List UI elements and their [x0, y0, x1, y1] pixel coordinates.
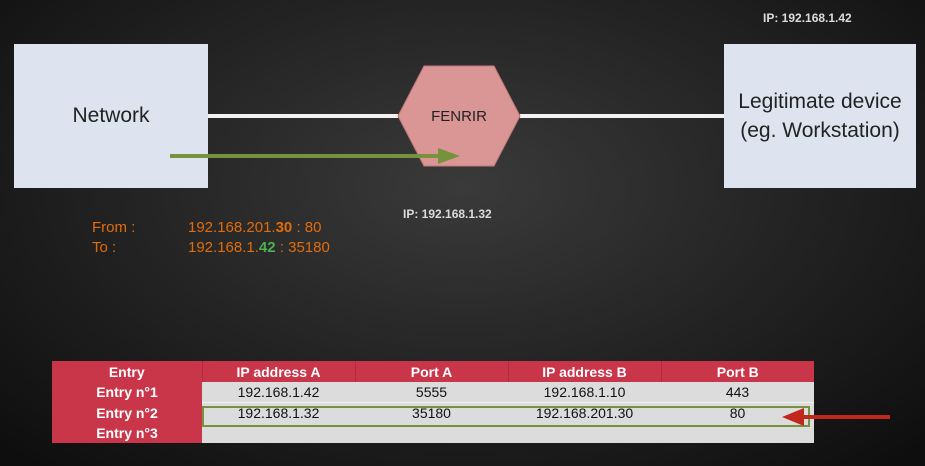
header-port-b: Port B: [661, 361, 814, 382]
ip-a-cell: 192.168.1.42: [202, 382, 355, 403]
device-label-line2: (eg. Workstation): [740, 119, 900, 142]
entry-cell: Entry n°2: [52, 402, 202, 423]
matched-entry-highlight: [202, 406, 810, 427]
network-label: Network: [72, 104, 150, 127]
to-highlight: 42: [258, 239, 276, 256]
network-box: Network: [14, 44, 208, 188]
to-suffix: : 35180: [275, 239, 330, 256]
from-prefix: 192.168.201.: [188, 219, 276, 236]
fenrir-ip-label: IP: 192.168.1.32: [403, 207, 492, 221]
port-a-cell: 5555: [355, 382, 508, 403]
device-label-line1: Legitimate device: [738, 90, 902, 113]
from-highlight: 30: [275, 219, 293, 236]
legitimate-device-box: Legitimate device (eg. Workstation): [724, 44, 916, 188]
ip-b-cell: 192.168.1.10: [508, 382, 661, 403]
to-label: To :: [92, 239, 117, 256]
device-ip-label: IP: 192.168.1.42: [763, 11, 852, 25]
match-pointer-arrow: [782, 408, 890, 426]
from-label: From :: [92, 219, 136, 236]
entry-cell: Entry n°3: [52, 423, 202, 443]
entry-cell: Entry n°1: [52, 382, 202, 403]
from-suffix: : 80: [292, 219, 322, 236]
from-address: 192.168.201.30 : 80: [188, 219, 321, 236]
header-entry: Entry: [52, 361, 203, 382]
network-link-line: [208, 114, 398, 118]
table-header-row: Entry IP address A Port A IP address B P…: [52, 361, 814, 382]
to-address: 192.168.1.42 : 35180: [188, 239, 330, 256]
port-b-cell: 443: [661, 382, 814, 403]
header-port-a: Port A: [355, 361, 509, 382]
header-ip-b: IP address B: [508, 361, 662, 382]
packet-flow-arrow: [170, 148, 460, 164]
table-row: Entry n°1 192.168.1.42 5555 192.168.1.10…: [52, 382, 814, 403]
to-prefix: 192.168.1.: [188, 239, 259, 256]
header-ip-a: IP address A: [202, 361, 356, 382]
nat-table: Entry IP address A Port A IP address B P…: [52, 361, 814, 443]
device-link-line: [520, 114, 725, 118]
